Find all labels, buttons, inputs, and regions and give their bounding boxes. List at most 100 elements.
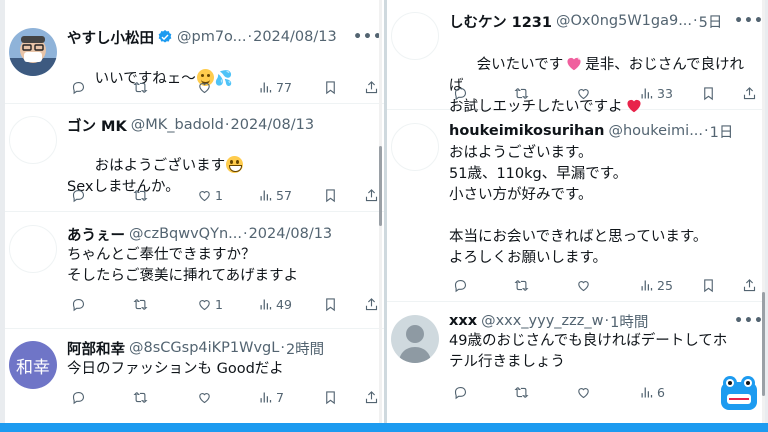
display-name[interactable]: ゴン MK: [67, 115, 127, 135]
tweet-card[interactable]: houkeimikosurihan @houkeimi... · 1日 おはよう…: [387, 110, 765, 302]
timestamp[interactable]: 2時間: [286, 338, 324, 358]
share-button[interactable]: [742, 276, 757, 294]
views-button[interactable]: 7: [258, 388, 284, 406]
handle[interactable]: @8sCGsp4iKP1WvgL: [129, 340, 279, 356]
display-name[interactable]: やすし小松田: [67, 27, 154, 47]
like-icon: [199, 299, 210, 310]
reply-icon: [72, 81, 85, 94]
reply-button[interactable]: [71, 186, 89, 204]
bookmark-button[interactable]: [323, 388, 338, 406]
like-button[interactable]: [576, 276, 594, 294]
views-button[interactable]: 6: [639, 383, 665, 401]
display-name[interactable]: あうぇー: [67, 224, 125, 244]
like-button[interactable]: [197, 388, 215, 406]
reply-button[interactable]: [453, 383, 471, 401]
timestamp[interactable]: 5日: [699, 11, 723, 31]
avatar[interactable]: [391, 315, 439, 363]
tweet-card[interactable]: 和幸 阿部和幸 @8sCGsp4iKP1WvgL · 2時間 今日のファッション…: [5, 329, 384, 424]
display-name[interactable]: xxx: [449, 313, 477, 329]
share-button[interactable]: [364, 186, 379, 204]
avatar[interactable]: [9, 28, 57, 76]
scrollbar-thumb[interactable]: [379, 146, 382, 226]
handle[interactable]: @xxx_yyy_zzz_w: [481, 313, 603, 329]
retweet-icon: [133, 298, 148, 310]
bookmark-button[interactable]: [701, 276, 716, 294]
views-button[interactable]: 33: [639, 84, 673, 102]
scrollbar-thumb[interactable]: [762, 292, 765, 396]
reply-button[interactable]: [453, 276, 471, 294]
retweet-button[interactable]: [514, 276, 532, 294]
display-name[interactable]: houkeimikosurihan: [449, 123, 604, 139]
share-icon: [743, 86, 756, 99]
avatar[interactable]: [9, 225, 57, 273]
like-icon: [199, 82, 210, 93]
reply-button[interactable]: [71, 388, 89, 406]
bookmark-button[interactable]: [323, 186, 338, 204]
bookmark-button[interactable]: [323, 295, 338, 313]
like-button[interactable]: 1: [197, 186, 223, 204]
more-options-icon[interactable]: •••: [353, 29, 382, 45]
share-button[interactable]: [364, 295, 379, 313]
timestamp[interactable]: 1日: [710, 121, 734, 141]
like-button[interactable]: [197, 78, 215, 96]
tweet-actions: 6: [443, 383, 761, 401]
timestamp[interactable]: 1時間: [610, 311, 648, 331]
bookmark-button[interactable]: [323, 78, 338, 96]
reply-icon: [454, 386, 467, 399]
timestamp[interactable]: 2024/08/13: [249, 226, 333, 242]
views-button[interactable]: 25: [639, 276, 673, 294]
tweet-card[interactable]: やすし小松田 @pm7o... · 2024/08/13 ••• いいですねェ〜…: [5, 0, 384, 104]
display-name[interactable]: 阿部和幸: [67, 338, 125, 358]
like-button[interactable]: [576, 383, 594, 401]
share-button[interactable]: [364, 388, 379, 406]
display-name[interactable]: しむケン 1231: [449, 11, 552, 31]
bottom-accent-bar: [0, 423, 768, 432]
reply-button[interactable]: [71, 78, 89, 96]
tweet-card[interactable]: しむケン 1231 @Ox0ng5W1ga9... · 5日 ••• 会いたいで…: [387, 0, 765, 115]
timestamp[interactable]: 2024/08/13: [253, 29, 337, 45]
share-button[interactable]: [742, 84, 757, 102]
handle[interactable]: @pm7o...: [177, 29, 247, 45]
handle[interactable]: @MK_badold: [131, 117, 224, 133]
handle[interactable]: @czBqwvQYn...: [129, 226, 242, 242]
bookmark-icon: [704, 86, 713, 100]
reply-button[interactable]: [453, 84, 471, 102]
views-icon: [641, 88, 653, 98]
views-button[interactable]: 57: [258, 186, 292, 204]
views-icon: [260, 299, 272, 309]
bookmark-icon: [326, 188, 335, 202]
like-button[interactable]: [576, 84, 594, 102]
retweet-button[interactable]: [514, 84, 532, 102]
dot-separator: ·: [224, 117, 230, 133]
reply-button[interactable]: [71, 295, 89, 313]
retweet-button[interactable]: [133, 295, 151, 313]
timestamp[interactable]: 2024/08/13: [231, 117, 315, 133]
handle[interactable]: @Ox0ng5W1ga9...: [556, 13, 692, 29]
tweet-card[interactable]: ゴン MK @MK_badold · 2024/08/13 おはようございます S…: [5, 104, 384, 212]
avatar[interactable]: [9, 116, 57, 164]
tweet-header: しむケン 1231 @Ox0ng5W1ga9... · 5日: [449, 11, 737, 31]
verified-badge-icon: [158, 30, 172, 43]
right-timeline-column: しむケン 1231 @Ox0ng5W1ga9... · 5日 ••• 会いたいで…: [387, 0, 765, 424]
views-button[interactable]: 49: [258, 295, 292, 313]
bookmark-button[interactable]: [701, 84, 716, 102]
tweet-card[interactable]: あうぇー @czBqwvQYn... · 2024/08/13 ちゃんとご奉仕で…: [5, 212, 384, 329]
retweet-button[interactable]: [133, 186, 151, 204]
tweet-actions: 77: [61, 78, 380, 96]
like-button[interactable]: 1: [197, 295, 223, 313]
avatar[interactable]: [391, 12, 439, 60]
retweet-button[interactable]: [133, 388, 151, 406]
avatar[interactable]: 和幸: [9, 341, 57, 389]
views-button[interactable]: 77: [258, 78, 292, 96]
share-button[interactable]: [364, 78, 379, 96]
tweet-card[interactable]: xxx @xxx_yyy_zzz_w · 1時間 ••• 49歳のおじさんでも良…: [387, 302, 765, 424]
more-options-icon[interactable]: •••: [734, 13, 763, 29]
retweet-button[interactable]: [514, 383, 532, 401]
retweet-button[interactable]: [133, 78, 151, 96]
like-icon: [578, 387, 589, 398]
more-options-icon[interactable]: •••: [734, 313, 763, 329]
tweet-header: houkeimikosurihan @houkeimi... · 1日: [449, 121, 737, 141]
tweet-header: xxx @xxx_yyy_zzz_w · 1時間: [449, 311, 737, 331]
handle[interactable]: @houkeimi...: [608, 123, 703, 139]
avatar[interactable]: [391, 123, 439, 171]
